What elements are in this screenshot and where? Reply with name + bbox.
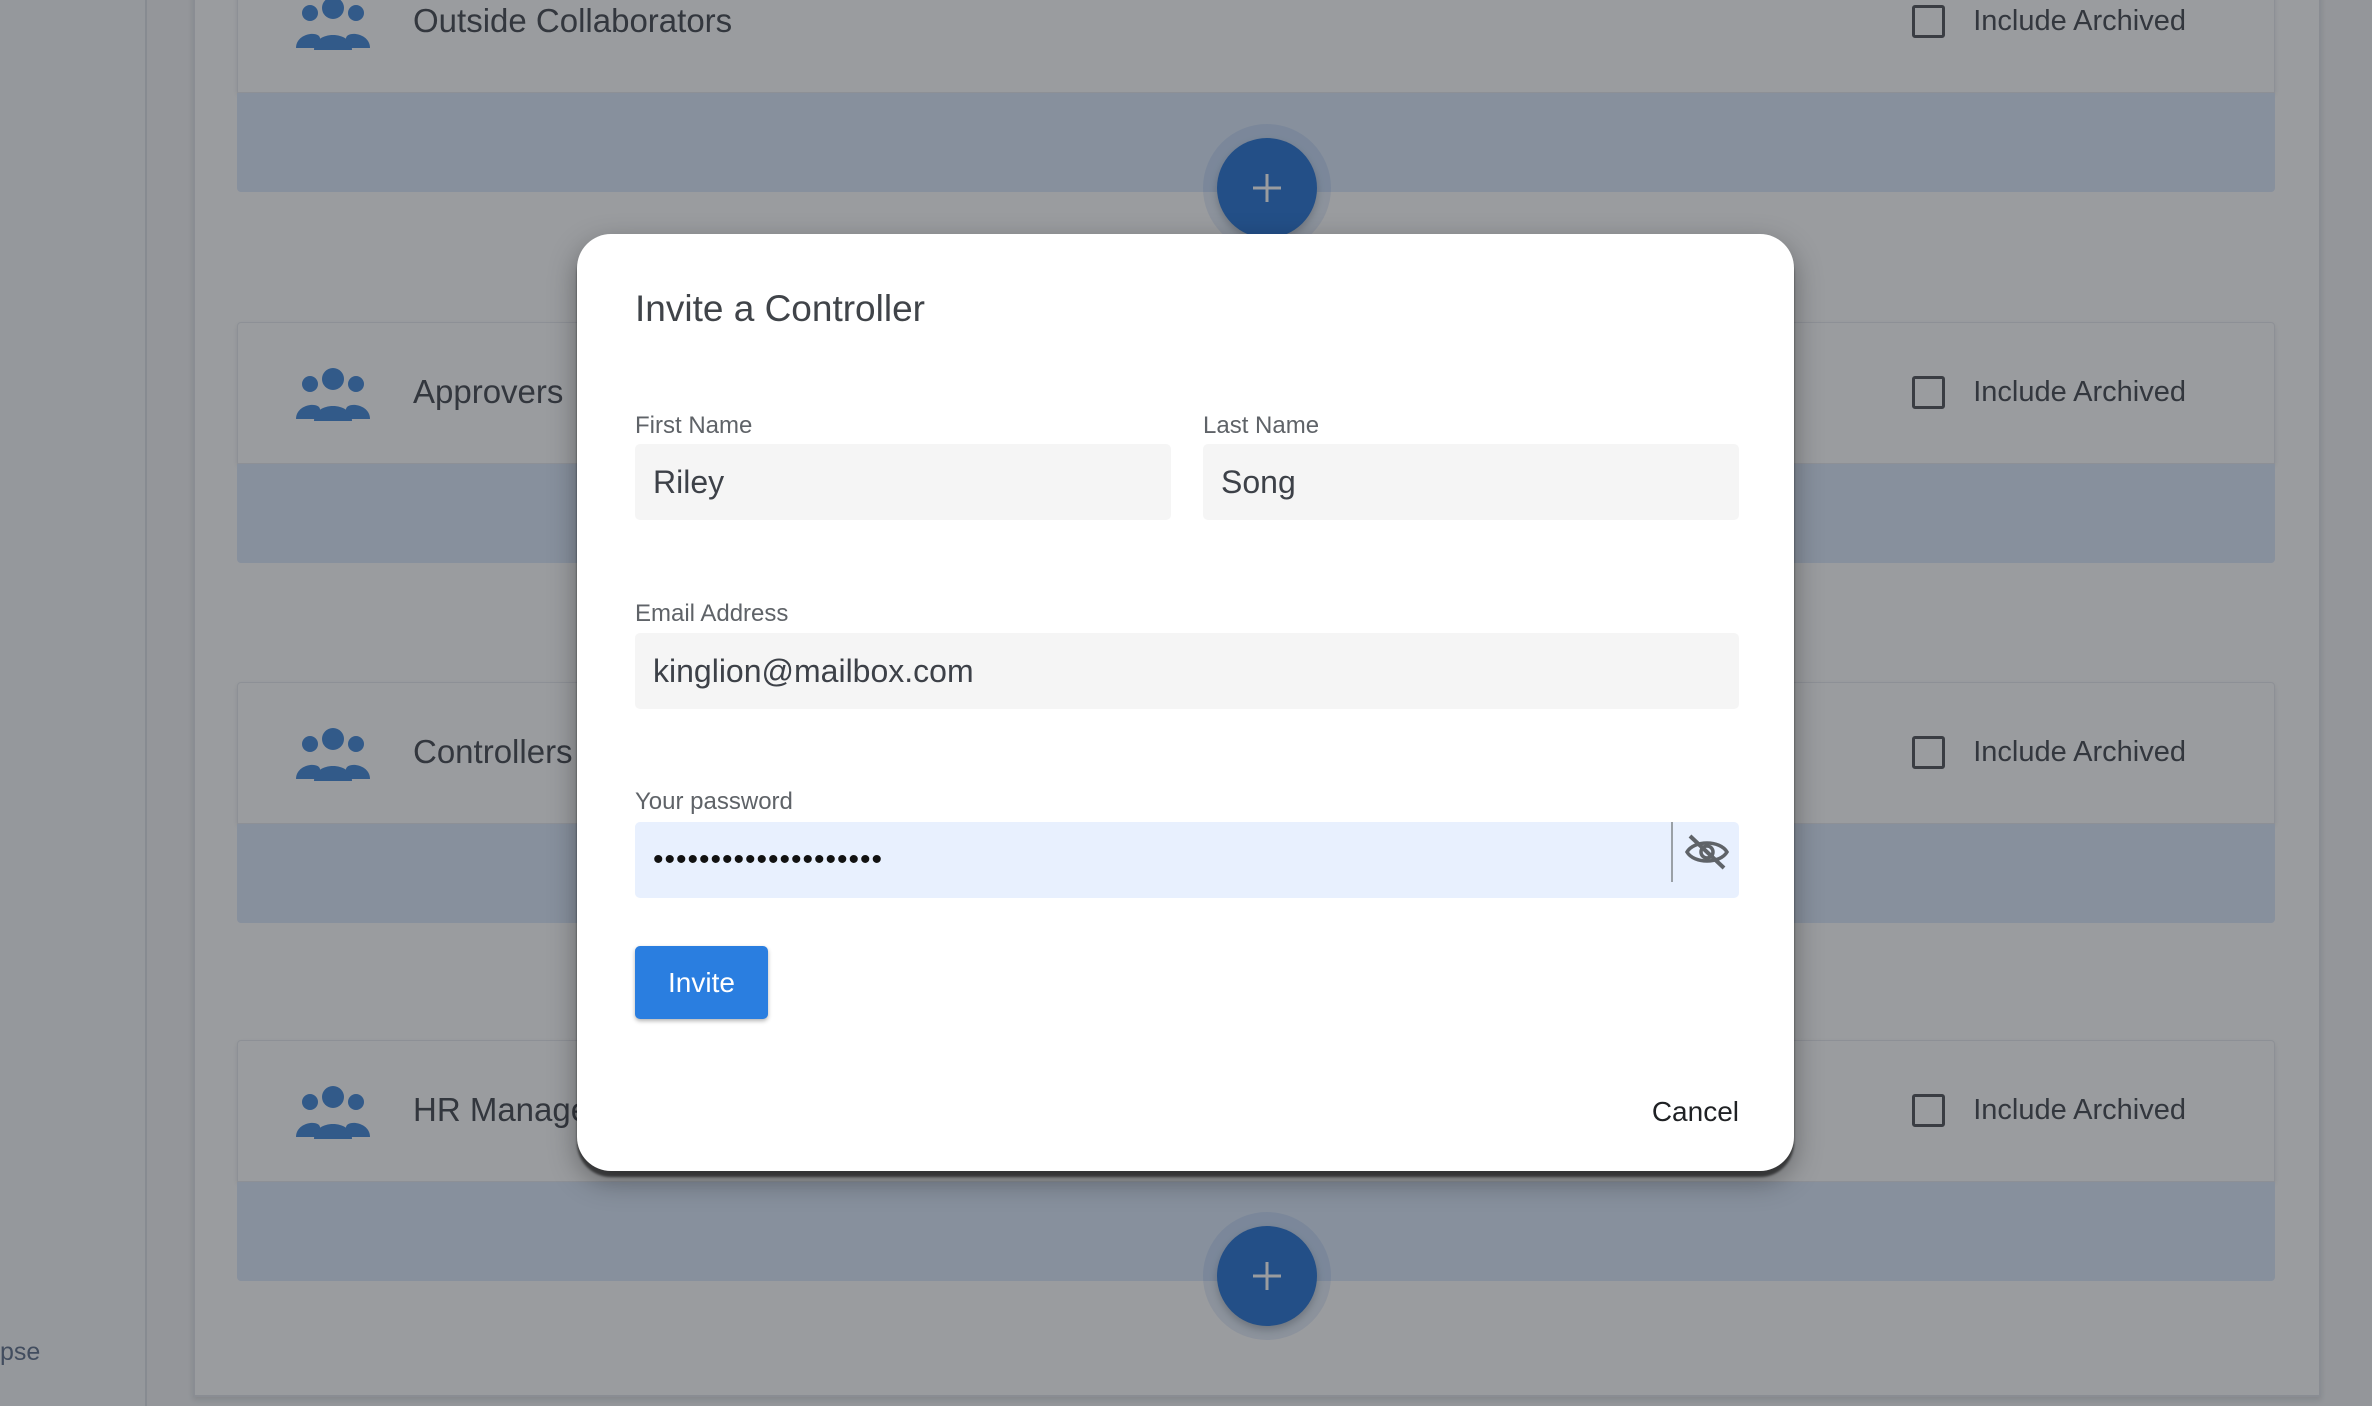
toggle-password-visibility-button[interactable]	[1671, 822, 1741, 882]
invite-controller-dialog: Invite a Controller First Name Last Name…	[577, 234, 1794, 1171]
last-name-field[interactable]	[1203, 444, 1739, 520]
first-name-field[interactable]	[635, 444, 1171, 520]
invite-button[interactable]: Invite	[635, 946, 768, 1019]
email-field[interactable]	[635, 633, 1739, 709]
email-label: Email Address	[635, 600, 789, 627]
last-name-label: Last Name	[1203, 412, 1320, 439]
first-name-label: First Name	[635, 412, 753, 439]
cancel-button[interactable]: Cancel	[1652, 1096, 1739, 1128]
eye-off-icon	[1684, 834, 1730, 870]
dialog-title: Invite a Controller	[635, 288, 925, 329]
password-label: Your password	[635, 788, 793, 815]
password-field[interactable]	[635, 822, 1739, 898]
